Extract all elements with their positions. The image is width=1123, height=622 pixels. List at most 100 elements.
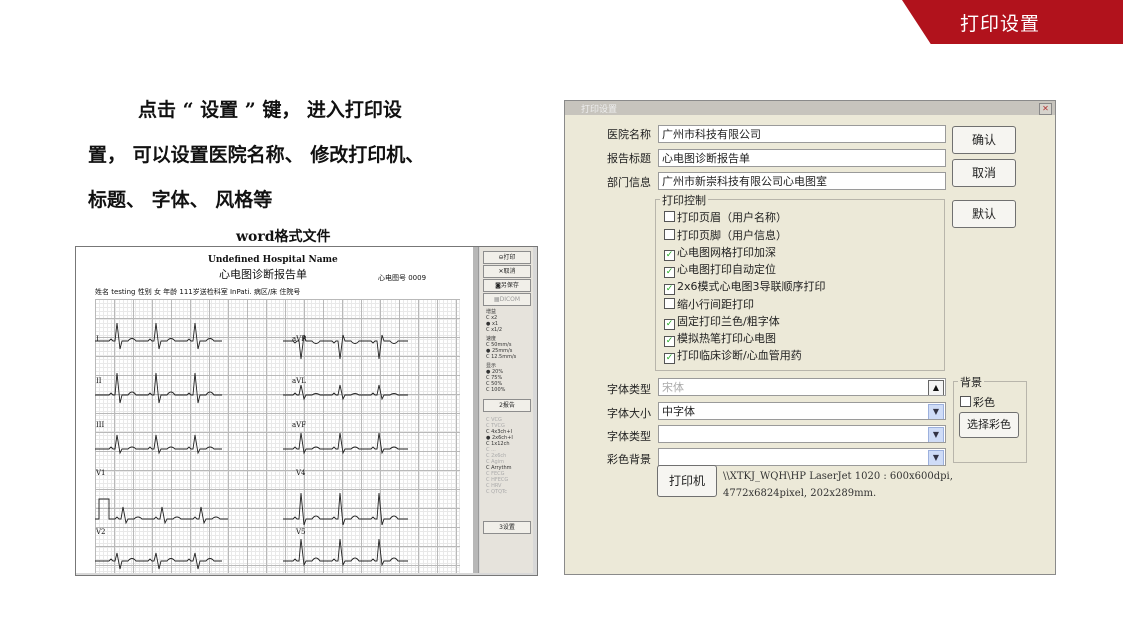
background-title: 背景 — [958, 374, 984, 390]
ok-button[interactable]: 确认 — [952, 126, 1016, 154]
printer-info-line-1: \\XTKJ_WQH\HP LaserJet 1020 : 600x600dpi… — [723, 471, 953, 482]
hospital-name-input[interactable]: 广州市科技有限公司 — [658, 125, 946, 143]
checkbox-label: 2x6模式心电图3导联顺序打印 — [677, 280, 826, 293]
checkbox-label: 心电图网格打印加深 — [677, 246, 776, 259]
hospital-name-label: 医院名称 — [607, 128, 651, 141]
dialog-titlebar[interactable]: 打印设置 ✕ — [565, 101, 1055, 115]
cancel-button[interactable]: 取消 — [952, 159, 1016, 187]
checkbox-box[interactable]: ✓ — [664, 284, 675, 295]
lead-label: II — [96, 377, 102, 385]
department-label: 部门信息 — [607, 176, 651, 189]
printer-button[interactable]: 打印机 — [657, 465, 717, 497]
chevron-down-icon[interactable]: ▼ — [928, 404, 944, 419]
close-icon[interactable]: ✕ — [1039, 103, 1052, 115]
dicom-button[interactable]: ▦DICOM — [483, 293, 531, 306]
ecg-waveforms — [95, 322, 408, 570]
font-type-label: 字体类型 — [607, 383, 651, 396]
font-size-select[interactable]: 中字体 ▼ — [658, 402, 946, 420]
department-input[interactable]: 广州市新崇科技有限公司心电图室 — [658, 172, 946, 190]
checkbox-label: 模拟热笔打印心电图 — [677, 332, 776, 345]
checkbox-line-spacing[interactable]: 缩小行间距打印 — [664, 296, 754, 312]
display-option[interactable]: C 100% — [486, 387, 505, 393]
checkbox-print-footer[interactable]: 打印页脚（用户信息） — [664, 227, 787, 243]
ecg-report-number: 心电图号 0009 — [378, 274, 427, 282]
checkbox-box[interactable] — [664, 298, 675, 309]
checkbox-label: 固定打印兰色/粗字体 — [677, 315, 780, 328]
print-settings-dialog: 打印设置 ✕ 医院名称 广州市科技有限公司 报告标题 心电图诊断报告单 部门信息… — [564, 100, 1056, 575]
intro-line-2: 置， 可以设置医院名称、 修改打印机、 — [88, 144, 425, 166]
checkbox-box[interactable]: ✓ — [664, 353, 675, 364]
ecg-trace-1 — [95, 322, 408, 360]
checkbox-box[interactable]: ✓ — [664, 336, 675, 347]
lead-label: V1 — [96, 469, 106, 477]
checkbox-box[interactable] — [960, 396, 971, 407]
font-type2-select[interactable]: ▼ — [658, 425, 946, 443]
checkbox-lead-order[interactable]: ✓ 2x6模式心电图3导联顺序打印 — [664, 278, 826, 295]
lead-label: aVF — [292, 421, 307, 429]
ecg-print-preview: Undefined Hospital Name 心电图诊断报告单 心电图号 00… — [75, 246, 538, 576]
checkbox-box[interactable]: ✓ — [664, 250, 675, 261]
checkbox-label: 打印页脚（用户信息） — [677, 229, 787, 242]
print-button[interactable]: ⊖打印 — [483, 251, 531, 264]
color-bg-label: 彩色背景 — [607, 453, 651, 466]
preview-caption: word格式文件 — [236, 229, 331, 245]
chevron-down-icon[interactable]: ▼ — [928, 427, 944, 442]
choose-color-button[interactable]: 选择彩色 — [959, 412, 1019, 438]
font-size-label: 字体大小 — [607, 407, 651, 420]
lead-label: V4 — [296, 469, 306, 477]
ecg-report-paper: Undefined Hospital Name 心电图诊断报告单 心电图号 00… — [76, 247, 479, 573]
lead-label: I — [96, 335, 99, 343]
checkbox-grid-darken[interactable]: ✓ 心电图网格打印加深 — [664, 244, 776, 261]
dialog-title: 打印设置 — [581, 105, 618, 115]
layout-option[interactable]: C QTQTc — [486, 489, 507, 495]
checkbox-print-header[interactable]: 打印页眉（用户名称） — [664, 209, 787, 225]
ecg-trace-4 — [95, 492, 408, 526]
gain-option[interactable]: C x1/2 — [486, 327, 502, 333]
lead-label: aVL — [292, 377, 306, 385]
font-type2-label: 字体类型 — [607, 430, 651, 443]
lead-label: aVR — [292, 335, 307, 343]
ecg-patient-info: 姓名 testing 性别 女 年龄 111岁送检科室 InPati. 病区/床… — [95, 288, 301, 296]
checkbox-label: 打印临床诊断/心血管用药 — [677, 349, 802, 362]
ecg-trace-2 — [95, 372, 408, 404]
preview-scrollbar[interactable] — [473, 247, 478, 573]
intro-line-1: 点击 “ 设置 ” 键， 进入打印设 — [138, 99, 402, 121]
report-button[interactable]: 2报告 — [483, 399, 531, 412]
lead-label: V5 — [296, 528, 306, 536]
background-group: 背景 彩色 选择彩色 — [953, 374, 1027, 463]
printer-info-line-2: 4772x6824pixel, 202x289mm. — [723, 488, 877, 499]
chevron-down-icon[interactable]: ▼ — [928, 450, 944, 465]
speed-option[interactable]: C 12.5mm/s — [486, 354, 516, 360]
font-size-value: 中字体 — [662, 405, 695, 418]
lead-label: III — [96, 421, 105, 429]
intro-text: 点击 “ 设置 ” 键， 进入打印设 置， 可以设置医院名称、 修改打印机、 标… — [88, 88, 528, 223]
default-button[interactable]: 默认 — [952, 200, 1016, 228]
checkbox-color-bg[interactable]: 彩色 — [960, 394, 995, 410]
print-control-group: 打印控制 打印页眉（用户名称） 打印页脚（用户信息） ✓ 心电图网格打印加深 ✓ 心… — [655, 192, 945, 371]
color-bg-select[interactable]: ▼ — [658, 448, 946, 466]
preview-toolbar: ⊖打印 ✕取消 ◙另保存 ▦DICOM 增益 C x2 ● x1 C x1/2 … — [480, 247, 533, 573]
checkbox-label: 缩小行间距打印 — [677, 298, 754, 311]
checkbox-clinical-diagnosis[interactable]: ✓ 打印临床诊断/心血管用药 — [664, 347, 802, 364]
ecg-trace-5 — [95, 538, 408, 570]
checkbox-box[interactable] — [664, 211, 675, 222]
page-title: 打印设置 — [960, 13, 1041, 35]
checkbox-box[interactable] — [664, 229, 675, 240]
checkbox-blue-font[interactable]: ✓ 固定打印兰色/粗字体 — [664, 313, 780, 330]
ecg-report-subtitle: 心电图诊断报告单 — [219, 268, 307, 281]
report-title-input[interactable]: 心电图诊断报告单 — [658, 149, 946, 167]
font-type-select[interactable]: 宋体 ▲ — [658, 378, 946, 396]
checkbox-box[interactable]: ✓ — [664, 267, 675, 278]
lead-label: V2 — [96, 528, 106, 536]
checkbox-auto-position[interactable]: ✓ 心电图打印自动定位 — [664, 261, 776, 278]
settings-button[interactable]: 3设置 — [483, 521, 531, 534]
checkbox-box[interactable]: ✓ — [664, 319, 675, 330]
checkbox-thermal-pen[interactable]: ✓ 模拟热笔打印心电图 — [664, 330, 776, 347]
cancel-preview-button[interactable]: ✕取消 — [483, 265, 531, 278]
intro-line-3: 标题、 字体、 风格等 — [88, 189, 273, 211]
save-as-button[interactable]: ◙另保存 — [483, 279, 531, 292]
print-control-title: 打印控制 — [660, 192, 708, 208]
checkbox-label: 心电图打印自动定位 — [677, 263, 776, 276]
checkbox-label: 彩色 — [973, 396, 995, 409]
scroll-up-icon[interactable]: ▲ — [928, 380, 944, 395]
